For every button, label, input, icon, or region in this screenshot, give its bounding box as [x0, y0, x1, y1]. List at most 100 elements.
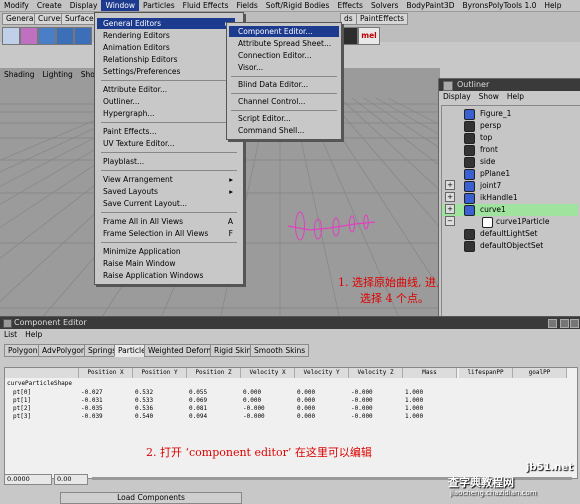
window-menu-item-playblast-[interactable]: Playblast... — [103, 156, 239, 167]
ce-menu-help[interactable]: Help — [21, 330, 46, 340]
tab-smooth-skins[interactable]: Smooth Skins — [250, 344, 310, 357]
expand-toggle-icon[interactable]: + — [445, 204, 455, 214]
window-menu-item-save-current-layout-[interactable]: Save Current Layout... — [103, 198, 239, 209]
menu-modify[interactable]: Modify — [0, 0, 33, 11]
outliner-item-label: side — [480, 157, 496, 166]
outliner-menu-help[interactable]: Help — [503, 92, 528, 102]
menu-display[interactable]: Display — [66, 0, 102, 11]
submenu-item-blind-data-editor-[interactable]: Blind Data Editor... — [229, 79, 339, 90]
column-header-velocity-y: Velocity Y — [295, 368, 349, 378]
minimize-icon[interactable] — [548, 319, 557, 328]
table-cell[interactable]: -0.039 — [81, 412, 131, 421]
window-menu-item-frame-selection-in-all-views[interactable]: Frame Selection in All Views F — [103, 228, 239, 239]
outliner-item-ikhandle1[interactable]: ikHandle1 — [442, 192, 578, 204]
window-menu-item-uv-texture-editor-[interactable]: UV Texture Editor... — [103, 138, 239, 149]
menu-byronspolytools-1-0[interactable]: ByronsPolyTools 1.0 — [458, 0, 540, 11]
outliner-menu-show[interactable]: Show — [475, 92, 503, 102]
window-menu-item-attribute-editor-[interactable]: Attribute Editor... — [103, 84, 239, 95]
submenu-item-connection-editor-[interactable]: Connection Editor... — [229, 50, 339, 61]
menu-fluid-effects[interactable]: Fluid Effects — [179, 0, 233, 11]
menu-create[interactable]: Create — [33, 0, 66, 11]
shelf-tab-ds[interactable]: ds — [340, 13, 357, 25]
menu-particles[interactable]: Particles — [139, 0, 179, 11]
outliner-item-side[interactable]: side — [442, 156, 578, 168]
shelf-tab-painteffects[interactable]: PaintEffects — [356, 13, 409, 25]
viewport-menu-shading[interactable]: Shading — [0, 70, 38, 80]
expand-toggle-icon[interactable]: − — [445, 216, 455, 226]
expand-toggle-icon[interactable]: + — [445, 180, 455, 190]
mel-logo-icon[interactable]: mel — [358, 27, 380, 45]
window-menu-item-animation-editors[interactable]: Animation Editors▸ — [103, 42, 239, 53]
window-menu-item-minimize-application[interactable]: Minimize Application — [103, 246, 239, 257]
menu-fields[interactable]: Fields — [233, 0, 262, 11]
menu-solvers[interactable]: Solvers — [367, 0, 402, 11]
window-menu-item-relationship-editors[interactable]: Relationship Editors▸ — [103, 54, 239, 65]
outliner-item-pplane1[interactable]: pPlane1 — [442, 168, 578, 180]
window-menu-item-raise-application-windows[interactable]: Raise Application Windows — [103, 270, 239, 281]
menu-separator — [101, 122, 237, 123]
cube-icon[interactable] — [56, 27, 74, 45]
close-icon[interactable] — [570, 319, 579, 328]
outliner-item-defaultobjectset[interactable]: defaultObjectSet — [442, 240, 578, 252]
window-menu-item-frame-all-in-all-views[interactable]: Frame All in All Views A — [103, 216, 239, 227]
window-menu-item-rendering-editors[interactable]: Rendering Editors▸ — [103, 30, 239, 41]
menu-soft-rigid-bodies[interactable]: Soft/Rigid Bodies — [262, 0, 334, 11]
outliner-item-joint7[interactable]: joint7 — [442, 180, 578, 192]
ce-menu-list[interactable]: List — [0, 330, 21, 340]
table-cell[interactable]: 0.540 — [135, 412, 185, 421]
outliner-item-figure_1[interactable]: Figure_1 — [442, 108, 578, 120]
window-menu-item-settings-preferences[interactable]: Settings/Preferences▸ — [103, 66, 239, 77]
viewport-menu-lighting[interactable]: Lighting — [38, 70, 76, 80]
outliner-item-curve1[interactable]: curve1 — [442, 204, 578, 216]
table-cell[interactable]: -0.000 — [243, 412, 293, 421]
outliner-item-defaultlightset[interactable]: defaultLightSet — [442, 228, 578, 240]
cylinder-icon[interactable] — [74, 27, 92, 45]
window-menu-item-saved-layouts[interactable]: Saved Layouts ▸ — [103, 186, 239, 197]
submenu-item-command-shell-[interactable]: Command Shell... — [229, 125, 339, 136]
table-cell[interactable]: -0.000 — [351, 412, 401, 421]
submenu-item-channel-control-[interactable]: Channel Control... — [229, 96, 339, 107]
curve-tool-icon[interactable] — [2, 27, 20, 45]
expand-toggle-icon[interactable]: + — [445, 192, 455, 202]
outliner-item-top[interactable]: top — [442, 132, 578, 144]
ep-curve-icon[interactable] — [20, 27, 38, 45]
window-menu-item-label: General Editors — [103, 19, 162, 28]
sphere-icon[interactable] — [38, 27, 56, 45]
outliner-item-label: persp — [480, 121, 502, 130]
outliner-node-icon — [464, 109, 475, 120]
load-components-button[interactable]: Load Components — [60, 492, 242, 504]
outliner-item-label: defaultObjectSet — [480, 241, 544, 250]
outliner-item-label: joint7 — [480, 181, 502, 190]
window-menu-item-general-editors[interactable]: General Editors▸ — [97, 18, 235, 29]
outliner-menu-display[interactable]: Display — [439, 92, 475, 102]
window-menu-item-raise-main-window[interactable]: Raise Main Window — [103, 258, 239, 269]
window-menu-item-outliner-[interactable]: Outliner... — [103, 96, 239, 107]
menu-effects[interactable]: Effects — [333, 0, 367, 11]
script-icon[interactable] — [340, 27, 358, 45]
menu-window[interactable]: Window — [101, 0, 140, 11]
maximize-icon[interactable] — [560, 319, 569, 328]
window-menu-item-paint-effects-[interactable]: Paint Effects... — [103, 126, 239, 137]
menu-help[interactable]: Help — [540, 0, 565, 11]
table-cell[interactable]: 0.000 — [297, 412, 347, 421]
submenu-item-script-editor-[interactable]: Script Editor... — [229, 113, 339, 124]
table-cell[interactable]: 0.094 — [189, 412, 239, 421]
component-table[interactable]: Position X Position Y Position Z Velocity X… — [4, 367, 578, 479]
slider-min-field[interactable]: 0.0000 — [4, 474, 52, 485]
submenu-item-attribute-spread-sheet-[interactable]: Attribute Spread Sheet... — [229, 38, 339, 49]
slider-max-field[interactable]: 0.00 — [54, 474, 88, 485]
loft-ring-4[interactable] — [363, 214, 369, 230]
window-menu-item-view-arrangement[interactable]: View Arrangement ▸ — [103, 174, 239, 185]
menu-bodypaint3d[interactable]: BodyPaint3D — [402, 0, 458, 11]
outliner-item-front[interactable]: front — [442, 144, 578, 156]
outliner-item-curve1particle[interactable]: curve1Particle — [442, 216, 578, 228]
table-cell[interactable]: 1.000 — [405, 412, 455, 421]
loft-ring-0[interactable] — [295, 211, 305, 241]
table-cell[interactable] — [461, 412, 511, 421]
table-cell[interactable] — [515, 412, 565, 421]
window-menu-item-hypergraph-[interactable]: Hypergraph... — [103, 108, 239, 119]
submenu-item-component-editor-[interactable]: Component Editor... — [229, 26, 339, 37]
outliner-item-persp[interactable]: persp — [442, 120, 578, 132]
submenu-item-visor-[interactable]: Visor... — [229, 62, 339, 73]
outliner-list[interactable]: Figure_1 persp top front side pPlane1 joint7 ik… — [441, 105, 580, 329]
